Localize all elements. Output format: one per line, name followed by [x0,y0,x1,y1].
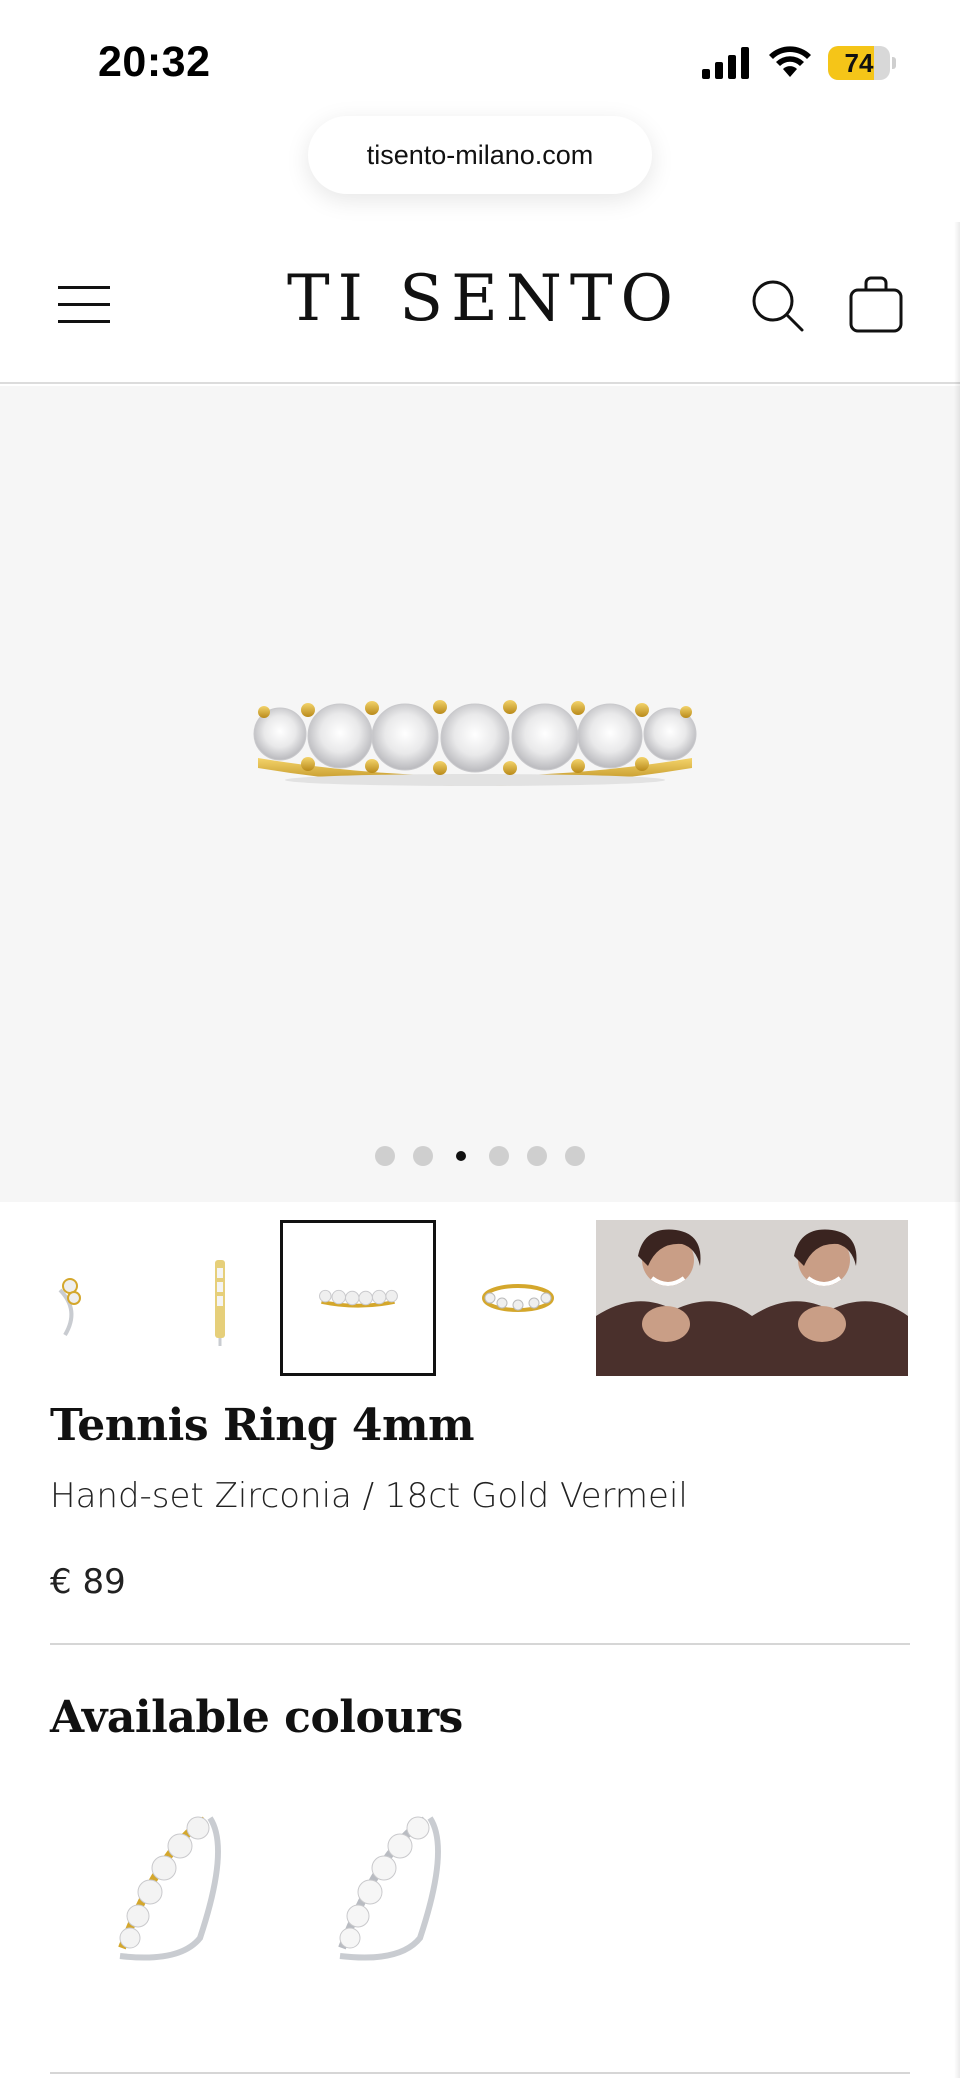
thumbnail[interactable] [440,1220,596,1376]
signal-icon [702,47,749,79]
scroll-edge [954,222,960,2078]
search-icon[interactable] [750,278,806,334]
available-colours-heading: Available colours [50,1692,463,1743]
carousel-dot[interactable] [527,1146,547,1166]
carousel-dot[interactable] [413,1146,433,1166]
battery-level: 74 [844,48,874,78]
product-subtitle: Hand-set Zirconia / 18ct Gold Vermeil [50,1476,688,1516]
carousel-dots [0,1146,960,1170]
divider [50,2072,910,2074]
site-header: TI SENTO [0,222,960,384]
product-image-gallery[interactable] [0,386,960,1202]
logo[interactable]: TI SENTO [284,262,684,336]
thumbnail-model-photo[interactable] [752,1220,908,1376]
product-price: € 89 [50,1562,126,1602]
colour-option-gold[interactable] [80,1788,270,1978]
thumbnail[interactable] [50,1220,96,1376]
wifi-icon [769,46,811,77]
status-time: 20:32 [98,38,211,86]
battery-icon: 74 [828,46,896,80]
status-bar: 20:32 74 [0,0,960,110]
menu-icon[interactable] [58,286,110,324]
thumbnail-strip [50,1220,910,1376]
carousel-dot[interactable] [375,1146,395,1166]
address-bar[interactable]: tisento-milano.com [308,116,652,194]
product-title: Tennis Ring 4mm [50,1400,475,1451]
carousel-dot[interactable] [489,1146,509,1166]
thumbnail[interactable] [142,1220,298,1376]
thumbnail-selected[interactable] [280,1220,436,1376]
carousel-dot[interactable] [565,1146,585,1166]
thumbnail-model-photo[interactable] [596,1220,752,1376]
colour-option-silver[interactable] [300,1788,490,1978]
ring-image [253,700,697,786]
carousel-dot-active[interactable] [456,1151,466,1161]
shopping-bag-icon[interactable] [848,274,904,334]
divider [50,1643,910,1645]
